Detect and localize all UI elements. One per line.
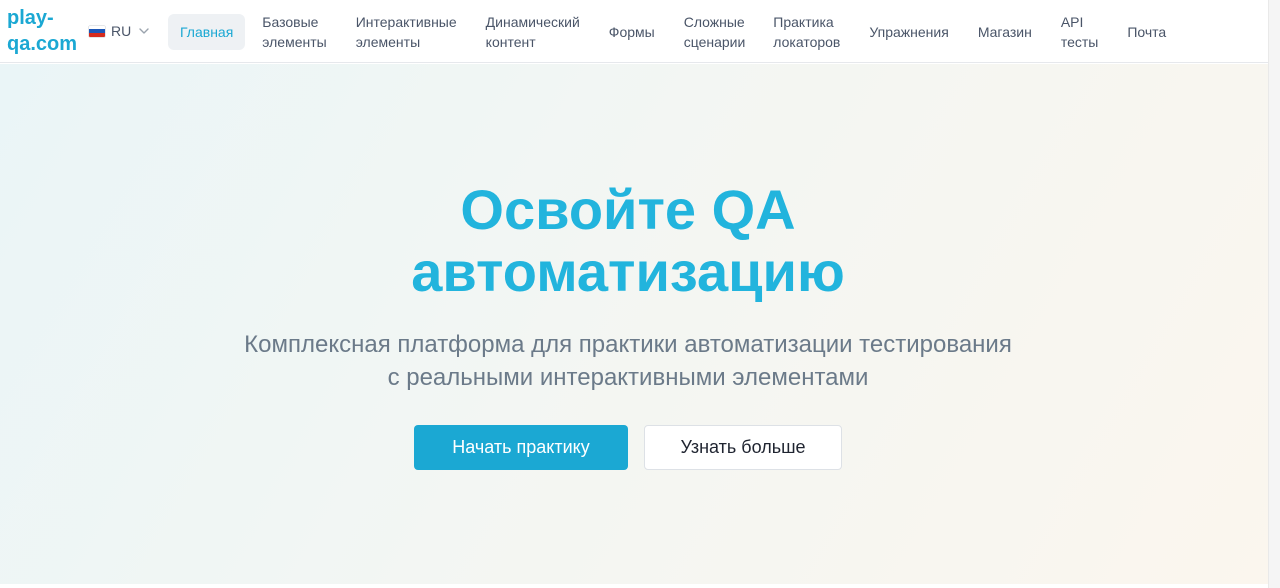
russia-flag-icon [89,25,105,37]
nav-item-dynamic-content[interactable]: Динамический контент [474,14,592,50]
hero-title: Освойте QA автоматизацию [0,179,1256,303]
nav-item-complex-scenarios[interactable]: Сложные сценарии [672,14,758,50]
language-selector[interactable]: RU [89,21,151,41]
learn-more-button[interactable]: Узнать больше [644,425,842,470]
site-logo[interactable]: play- qa.com [7,5,87,57]
hero-subtitle-line-1: Комплексная платформа для практики автом… [244,331,1012,358]
page: play- qa.com RU Главная Базовые элементы… [0,0,1280,588]
nav-item-exercises[interactable]: Упражнения [857,14,960,50]
main-nav: Главная Базовые элементы Интерактивные э… [168,0,1178,63]
page-scrollbar[interactable] [1268,0,1280,588]
hero-subtitle: Комплексная платформа для практики автом… [0,328,1256,394]
nav-item-api-tests[interactable]: API тесты [1049,14,1111,50]
hero-section: Освойте QA автоматизацию Комплексная пла… [0,64,1268,584]
language-code: RU [111,23,132,39]
nav-item-mail[interactable]: Почта [1115,14,1178,50]
hero-subtitle-line-2: с реальными интерактивными элементами [387,364,869,391]
nav-item-home[interactable]: Главная [168,13,246,50]
chevron-down-icon [139,28,149,34]
nav-item-locator-practice[interactable]: Практика локаторов [761,14,852,50]
start-practice-button[interactable]: Начать практику [414,425,628,470]
top-navbar: play- qa.com RU Главная Базовые элементы… [0,0,1268,63]
hero-title-line-1: Освойте QA [460,178,796,241]
hero-title-line-2: автоматизацию [411,240,845,303]
nav-item-interactive-elements[interactable]: Интерактивные элементы [344,14,469,50]
nav-item-shop[interactable]: Магазин [966,14,1044,50]
nav-item-basic-elements[interactable]: Базовые элементы [250,14,338,50]
nav-item-forms[interactable]: Формы [597,14,667,50]
